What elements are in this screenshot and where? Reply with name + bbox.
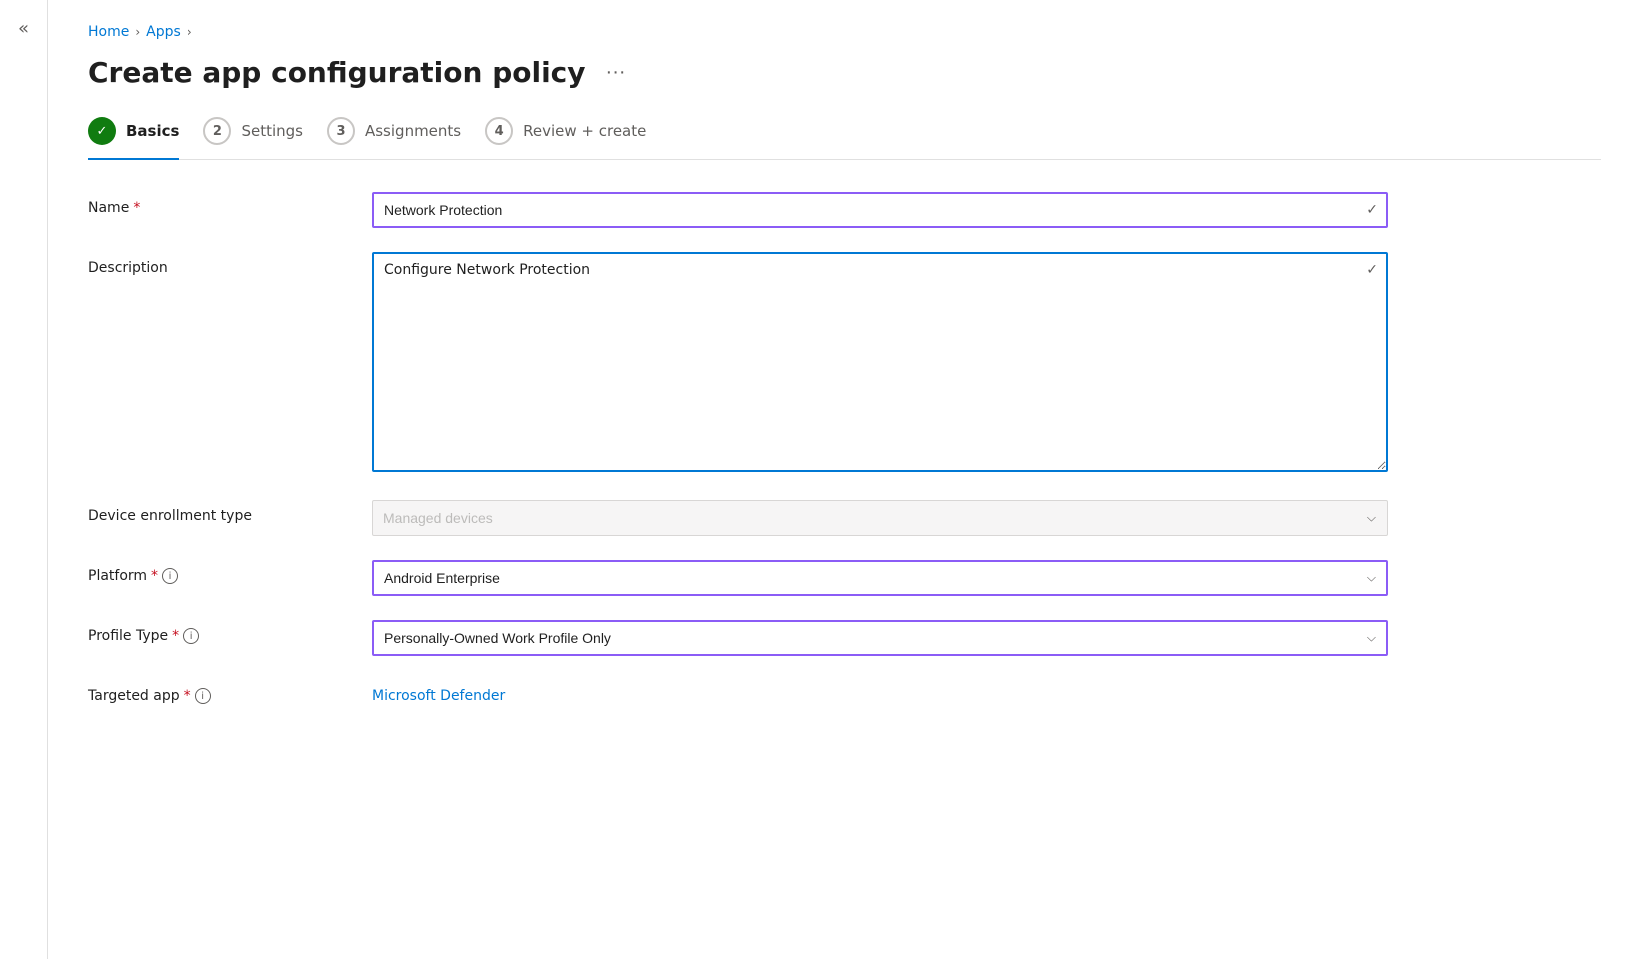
step-assignments-label: Assignments: [365, 122, 461, 140]
targeted-app-label: Targeted app * i: [88, 680, 348, 704]
page-title-row: Create app configuration policy ···: [88, 56, 1601, 89]
name-checkmark-icon: ✓: [1366, 202, 1378, 218]
targeted-app-link[interactable]: Microsoft Defender: [372, 680, 505, 704]
form-row-profile-type: Profile Type * i Personally-Owned Work P…: [88, 620, 1388, 656]
breadcrumb-home[interactable]: Home: [88, 24, 129, 40]
description-label: Description: [88, 252, 348, 276]
device-enrollment-select: Managed devices: [372, 500, 1388, 536]
form-row-targeted-app: Targeted app * i Microsoft Defender: [88, 680, 1388, 704]
targeted-app-control-wrapper: Microsoft Defender: [372, 680, 1388, 704]
sidebar-collapse-button[interactable]: «: [8, 12, 40, 44]
profile-type-control-wrapper: Personally-Owned Work Profile Only Corpo…: [372, 620, 1388, 656]
wizard-steps: ✓ Basics 2 Settings 3 Assignments 4 Revi…: [88, 117, 1601, 160]
more-options-button[interactable]: ···: [598, 57, 634, 88]
profile-type-select[interactable]: Personally-Owned Work Profile Only Corpo…: [372, 620, 1388, 656]
platform-info-icon[interactable]: i: [162, 568, 178, 584]
name-required: *: [133, 200, 140, 216]
step-settings-label: Settings: [241, 122, 303, 140]
profile-type-info-icon[interactable]: i: [183, 628, 199, 644]
step-review-create[interactable]: 4 Review + create: [485, 117, 670, 159]
description-textarea[interactable]: Configure Network Protection: [372, 252, 1388, 472]
targeted-app-required: *: [184, 688, 191, 704]
description-textarea-wrapper: Configure Network Protection ✓: [372, 252, 1388, 476]
breadcrumb: Home › Apps ›: [88, 24, 1601, 40]
name-input-wrapper: ✓: [372, 192, 1388, 228]
page-title: Create app configuration policy: [88, 56, 586, 89]
name-input[interactable]: [372, 192, 1388, 228]
platform-control-wrapper: Android Enterprise iOS/iPadOS Android de…: [372, 560, 1388, 596]
name-label: Name *: [88, 192, 348, 216]
step-basics[interactable]: ✓ Basics: [88, 117, 203, 159]
form-row-description: Description Configure Network Protection…: [88, 252, 1388, 476]
sidebar: «: [0, 0, 48, 959]
description-control-wrapper: Configure Network Protection ✓: [372, 252, 1388, 476]
profile-type-label: Profile Type * i: [88, 620, 348, 644]
form-row-device-enrollment: Device enrollment type Managed devices ⌵: [88, 500, 1388, 536]
name-control-wrapper: ✓: [372, 192, 1388, 228]
collapse-icon: «: [18, 18, 29, 39]
platform-select-wrapper: Android Enterprise iOS/iPadOS Android de…: [372, 560, 1388, 596]
step-review-label: Review + create: [523, 122, 646, 140]
step-basics-circle: ✓: [88, 117, 116, 145]
form-row-name: Name * ✓: [88, 192, 1388, 228]
main-content: Home › Apps › Create app configuration p…: [48, 0, 1641, 959]
platform-label: Platform * i: [88, 560, 348, 584]
profile-type-select-wrapper: Personally-Owned Work Profile Only Corpo…: [372, 620, 1388, 656]
breadcrumb-apps[interactable]: Apps: [146, 24, 181, 40]
step-settings-circle: 2: [203, 117, 231, 145]
device-enrollment-label: Device enrollment type: [88, 500, 348, 524]
step-settings[interactable]: 2 Settings: [203, 117, 327, 159]
step-assignments-circle: 3: [327, 117, 355, 145]
step-basics-label: Basics: [126, 122, 179, 140]
profile-type-required: *: [172, 628, 179, 644]
platform-select[interactable]: Android Enterprise iOS/iPadOS Android de…: [372, 560, 1388, 596]
platform-required: *: [151, 568, 158, 584]
targeted-app-info-icon[interactable]: i: [195, 688, 211, 704]
device-enrollment-control-wrapper: Managed devices ⌵: [372, 500, 1388, 536]
breadcrumb-sep-2: ›: [187, 25, 192, 39]
form-container: Name * ✓ Description Configure Network P…: [88, 192, 1388, 704]
device-enrollment-select-wrapper: Managed devices ⌵: [372, 500, 1388, 536]
description-checkmark-icon: ✓: [1366, 262, 1378, 278]
step-review-circle: 4: [485, 117, 513, 145]
step-assignments[interactable]: 3 Assignments: [327, 117, 485, 159]
form-row-platform: Platform * i Android Enterprise iOS/iPad…: [88, 560, 1388, 596]
breadcrumb-sep-1: ›: [135, 25, 140, 39]
